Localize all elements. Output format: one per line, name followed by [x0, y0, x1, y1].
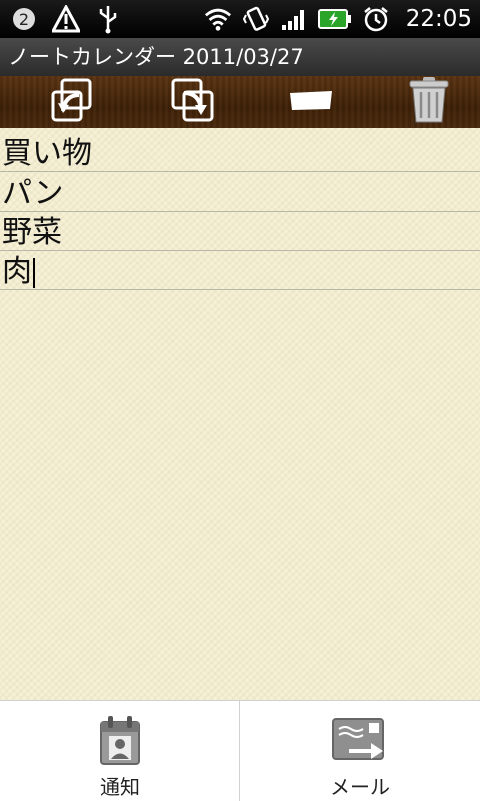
eraser-button[interactable] [284, 78, 338, 126]
status-time: 22:05 [405, 6, 472, 32]
menu-item-label: メール [330, 775, 390, 799]
menu-item-notify[interactable]: 通知 [0, 701, 240, 801]
toolbar [0, 76, 480, 128]
menu-item-mail[interactable]: メール [240, 701, 480, 801]
wifi-icon [204, 4, 232, 34]
alarm-icon [362, 4, 390, 34]
eraser-icon [286, 85, 336, 119]
note-line-text: 肉 [2, 254, 32, 289]
app-title: ノートカレンダー 2011/03/27 [0, 38, 480, 76]
warning-icon [52, 4, 80, 34]
note-line-text: 買い物 [2, 136, 92, 171]
battery-charging-icon [317, 4, 352, 34]
signal-icon [280, 4, 308, 34]
status-bar: 2 22:05 [0, 0, 480, 38]
undo-button[interactable] [48, 78, 96, 126]
redo-icon [169, 77, 215, 127]
note-line: 肉 [0, 250, 480, 290]
note-editor[interactable]: 買い物 パン 野菜 肉 [0, 128, 480, 700]
svg-text:2: 2 [19, 10, 29, 29]
trash-icon [407, 76, 451, 128]
note-line-text: 野菜 [2, 215, 62, 250]
options-menu: 通知 メール [0, 700, 480, 801]
calendar-contact-icon [90, 715, 150, 767]
trash-button[interactable] [404, 76, 454, 128]
note-line-text: パン [2, 176, 64, 211]
mail-send-icon [330, 715, 390, 767]
usb-icon [94, 4, 122, 34]
note-line: 野菜 [0, 211, 480, 251]
vibrate-icon [242, 4, 270, 34]
redo-button[interactable] [168, 78, 216, 126]
text-cursor [33, 257, 35, 288]
menu-item-label: 通知 [100, 775, 140, 799]
notification-app-icon: 2 [10, 4, 38, 34]
note-line: 買い物 [0, 132, 480, 172]
undo-icon [49, 77, 95, 127]
note-line: パン [0, 172, 480, 212]
